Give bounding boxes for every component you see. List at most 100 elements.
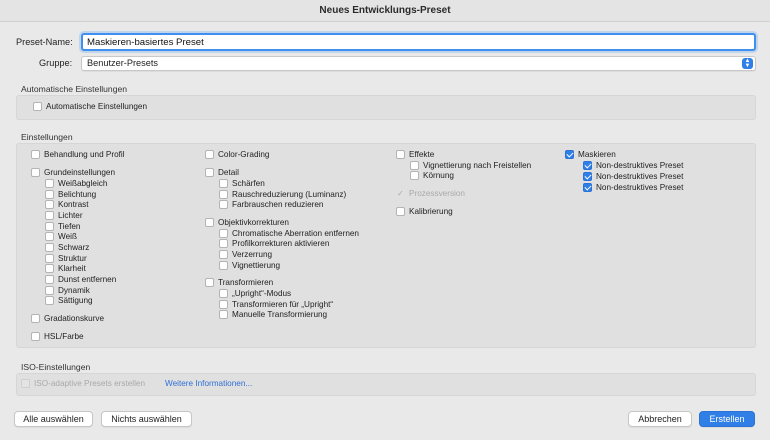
cb-detail[interactable]: Detail	[205, 168, 239, 177]
cb-klarheit[interactable]: Klarheit	[45, 264, 86, 273]
cb-kalibrierung[interactable]: Kalibrierung	[396, 207, 453, 216]
checkbox-box	[33, 102, 42, 111]
checkbox-box	[219, 300, 228, 309]
cb-non-destruktiv-3[interactable]: Non-destruktives Preset	[583, 183, 683, 192]
select-all-button[interactable]: Alle auswählen	[14, 411, 93, 427]
cb-koernung[interactable]: Körnung	[410, 171, 454, 180]
window-title: Neues Entwicklungs-Preset	[0, 0, 770, 22]
auto-settings-title: Automatische Einstellungen	[21, 84, 128, 94]
checkbox-label: Tiefen	[58, 222, 81, 231]
cb-saettigung[interactable]: Sättigung	[45, 296, 93, 305]
cb-tiefen[interactable]: Tiefen	[45, 222, 80, 231]
checkbox-box	[45, 232, 54, 241]
checkbox-box	[45, 275, 54, 284]
cb-gradationskurve[interactable]: Gradationskurve	[31, 314, 104, 323]
cb-color-grading[interactable]: Color-Grading	[205, 150, 269, 159]
cb-farbrauschen[interactable]: Farbrauschen reduzieren	[219, 200, 323, 209]
checkbox-label: Prozessversion	[409, 189, 465, 198]
cb-weiss[interactable]: Weiß	[45, 232, 77, 241]
preset-name-label: Preset-Name:	[16, 37, 73, 47]
cb-effekte[interactable]: Effekte	[396, 150, 434, 159]
auto-settings-checkbox[interactable]: Automatische Einstellungen	[33, 102, 147, 111]
cb-belichtung[interactable]: Belichtung	[45, 190, 96, 199]
cb-dunst[interactable]: Dunst entfernen	[45, 275, 116, 284]
group-select-value: Benutzer-Presets	[87, 58, 158, 68]
checkbox-box	[583, 183, 592, 192]
cb-struktur[interactable]: Struktur	[45, 254, 87, 263]
cb-transformieren-upright[interactable]: Transformieren für „Upright“	[219, 300, 333, 309]
checkbox-label: Non-destruktives Preset	[596, 183, 684, 192]
create-button[interactable]: Erstellen	[699, 411, 755, 427]
cb-verzerrung[interactable]: Verzerrung	[219, 250, 272, 259]
checkbox-label: Transformieren für „Upright“	[232, 300, 334, 309]
cb-chromatische-aberration[interactable]: Chromatische Aberration entfernen	[219, 229, 359, 238]
checkbox-box	[219, 239, 228, 248]
checkbox-label: Automatische Einstellungen	[46, 102, 148, 111]
checkbox-label: Gradationskurve	[44, 314, 105, 323]
cb-grundeinstellungen[interactable]: Grundeinstellungen	[31, 168, 115, 177]
more-info-link[interactable]: Weitere Informationen...	[165, 379, 252, 388]
checkbox-box	[219, 200, 228, 209]
checkbox-box	[583, 161, 592, 170]
cb-manuelle-transformierung[interactable]: Manuelle Transformierung	[219, 310, 327, 319]
checkbox-label: Chromatische Aberration entfernen	[232, 229, 359, 238]
checkbox-box	[45, 190, 54, 199]
checkbox-label: Belichtung	[58, 190, 97, 199]
checkbox-label: Lichter	[58, 211, 83, 220]
checkbox-box	[45, 200, 54, 209]
checkbox-box	[219, 229, 228, 238]
checkbox-box	[205, 278, 214, 287]
checkbox-box	[45, 254, 54, 263]
checkbox-box	[219, 250, 228, 259]
cb-vignettierung[interactable]: Vignettierung	[219, 261, 280, 270]
cb-rauschreduzierung[interactable]: Rauschreduzierung (Luminanz)	[219, 190, 346, 199]
checkbox-box	[219, 190, 228, 199]
checkbox-label: Behandlung und Profil	[44, 150, 125, 159]
checkbox-box	[565, 150, 574, 159]
cb-behandlung[interactable]: Behandlung und Profil	[31, 150, 125, 159]
iso-adaptive-checkbox: ISO-adaptive Presets erstellen	[21, 379, 145, 388]
cb-hsl[interactable]: HSL/Farbe	[31, 332, 84, 341]
checkbox-label: Struktur	[58, 254, 87, 263]
cb-objektivkorrekturen[interactable]: Objektivkorrekturen	[205, 218, 289, 227]
checkbox-box	[205, 168, 214, 177]
checkbox-box	[45, 296, 54, 305]
checkbox-label: Schwarz	[58, 243, 90, 252]
checkbox-label: Schärfen	[232, 179, 265, 188]
preset-name-input[interactable]	[81, 33, 756, 51]
checkbox-label: Verzerrung	[232, 250, 273, 259]
checkbox-label: Klarheit	[58, 264, 86, 273]
checkbox-box	[45, 179, 54, 188]
cb-vignettierung-freistellen[interactable]: Vignettierung nach Freistellen	[410, 161, 531, 170]
checkbox-label: Objektivkorrekturen	[218, 218, 289, 227]
cb-lichter[interactable]: Lichter	[45, 211, 83, 220]
checkbox-label: Dynamik	[58, 286, 90, 295]
select-none-button[interactable]: Nichts auswählen	[101, 411, 192, 427]
checkbox-label: „Upright“-Modus	[232, 289, 292, 298]
cb-upright-modus[interactable]: „Upright“-Modus	[219, 289, 291, 298]
checkbox-box	[410, 161, 419, 170]
cancel-button[interactable]: Abbrechen	[628, 411, 692, 427]
cb-non-destruktiv-1[interactable]: Non-destruktives Preset	[583, 161, 683, 170]
checkbox-label: Dunst entfernen	[58, 275, 117, 284]
cb-profilkorrekturen[interactable]: Profilkorrekturen aktivieren	[219, 239, 329, 248]
checkbox-label: Non-destruktives Preset	[596, 172, 684, 181]
cb-non-destruktiv-2[interactable]: Non-destruktives Preset	[583, 172, 683, 181]
cb-prozessversion: ✓ Prozessversion	[396, 189, 465, 198]
checkbox-label: Kontrast	[58, 200, 89, 209]
checkbox-box	[31, 150, 40, 159]
group-select[interactable]: Benutzer-Presets ▲ ▼	[81, 56, 756, 71]
checkbox-box	[45, 222, 54, 231]
cb-schaerfen[interactable]: Schärfen	[219, 179, 265, 188]
cb-schwarz[interactable]: Schwarz	[45, 243, 89, 252]
checkbox-label: Maskieren	[578, 150, 616, 159]
checkbox-box	[21, 379, 30, 388]
cb-weissabgleich[interactable]: Weißabgleich	[45, 179, 107, 188]
auto-settings-panel: Automatische Einstellungen	[16, 95, 756, 120]
cb-transformieren[interactable]: Transformieren	[205, 278, 273, 287]
cb-maskieren[interactable]: Maskieren	[565, 150, 616, 159]
cb-kontrast[interactable]: Kontrast	[45, 200, 89, 209]
settings-title: Einstellungen	[21, 132, 73, 142]
cb-dynamik[interactable]: Dynamik	[45, 286, 90, 295]
checkbox-box	[396, 207, 405, 216]
